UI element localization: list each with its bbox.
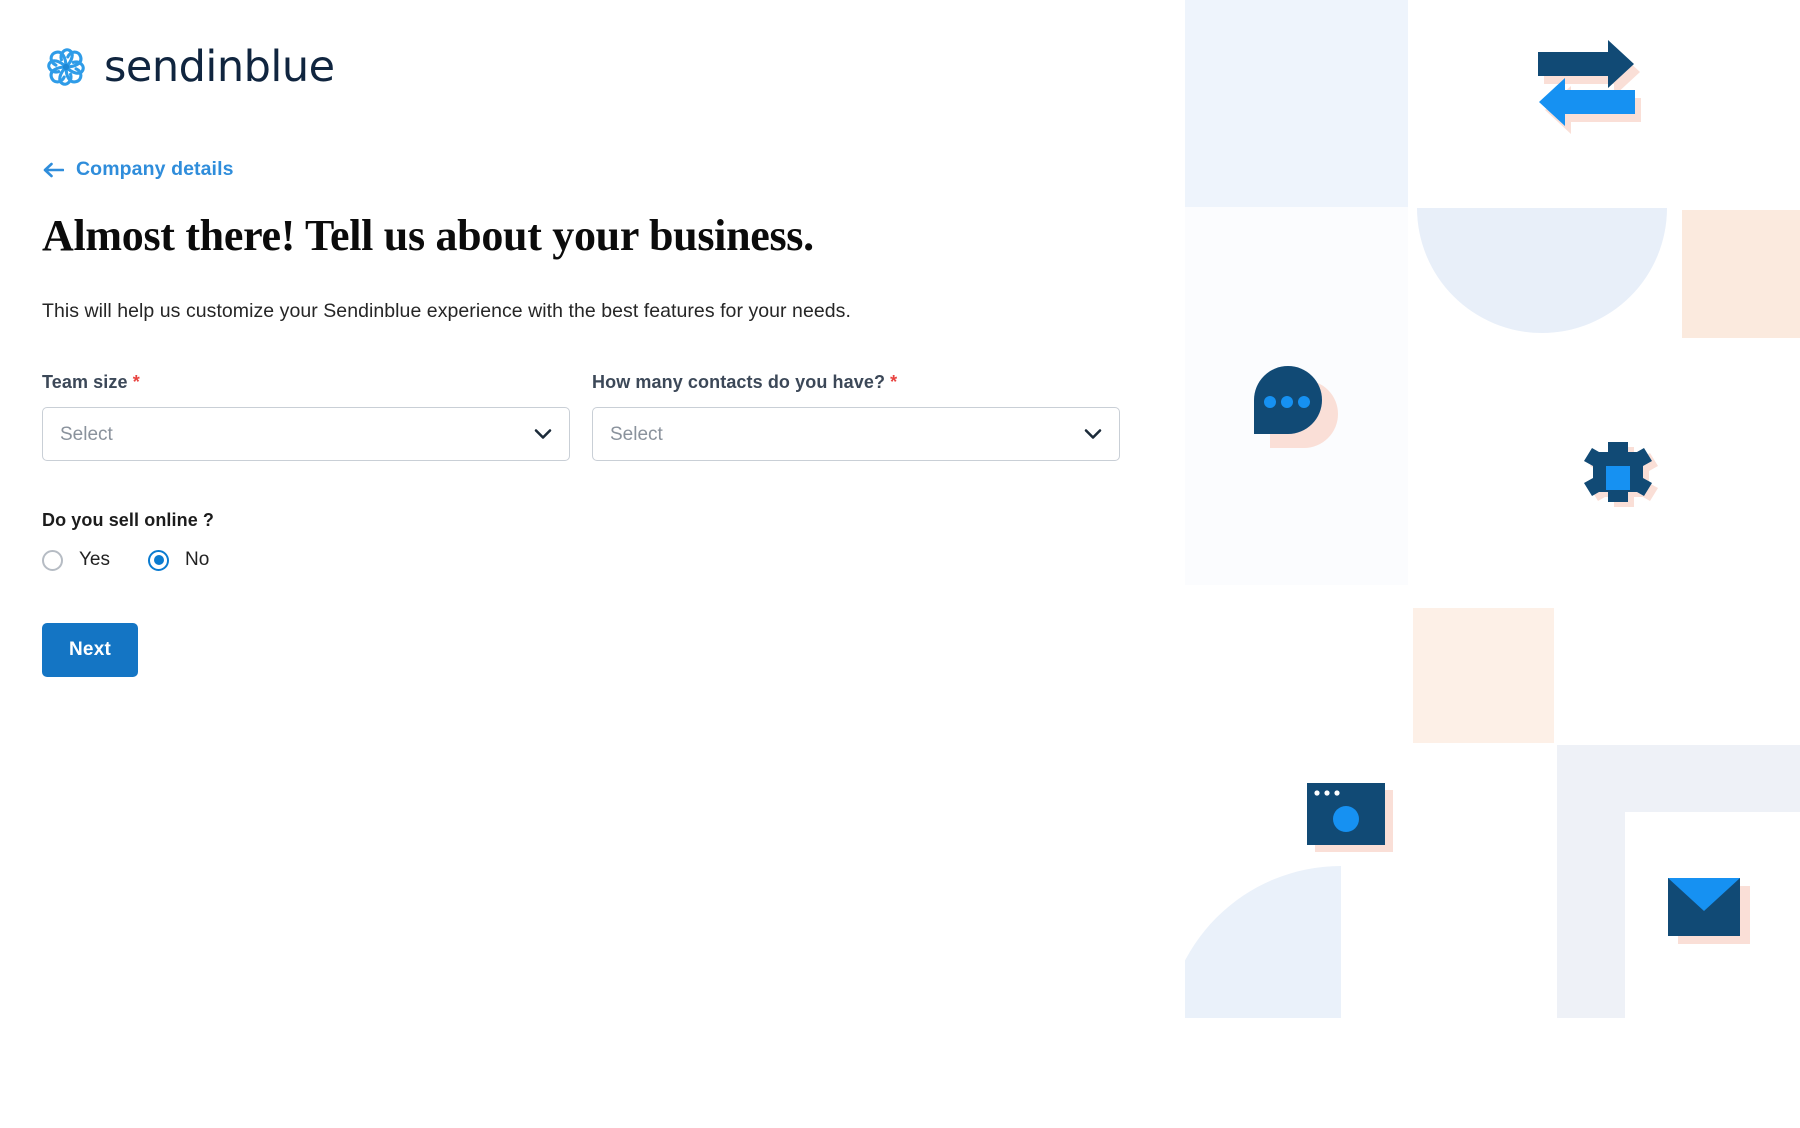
- contacts-count-required-marker: *: [890, 372, 898, 392]
- exchange-arrows-icon: [1530, 30, 1655, 135]
- radio-option-no[interactable]: No: [148, 549, 209, 571]
- radio-indicator-no: [148, 549, 169, 571]
- onboarding-page: sendinblue Company details Almost there!…: [0, 0, 1800, 1128]
- contacts-count-label: How many contacts do you have? *: [592, 372, 1120, 393]
- next-button[interactable]: Next: [42, 623, 138, 677]
- decor-tile-cream-textured: [1682, 210, 1800, 338]
- contacts-count-select-placeholder: Select: [610, 423, 663, 445]
- arrow-left-icon: [43, 162, 64, 177]
- decorative-collage-panel: [1185, 0, 1800, 1018]
- field-group-contacts-count: How many contacts do you have? * Select: [592, 372, 1120, 461]
- sendinblue-pinwheel-icon: [47, 48, 85, 86]
- radio-label-yes: Yes: [79, 549, 110, 570]
- contacts-count-select-wrapper: Select: [592, 407, 1120, 461]
- decor-quartercircle-shape: [1185, 866, 1341, 1018]
- team-size-select-wrapper: Select: [42, 407, 570, 461]
- sell-online-radio-group: Do you sell online ? Yes No: [42, 510, 247, 571]
- page-subtitle: This will help us customize your Sendinb…: [42, 300, 851, 322]
- back-to-company-details-link[interactable]: Company details: [42, 158, 234, 181]
- radio-indicator-yes: [42, 549, 63, 571]
- team-size-select[interactable]: Select: [42, 407, 570, 461]
- team-size-select-placeholder: Select: [60, 423, 113, 445]
- brand-wordmark: sendinblue: [104, 41, 335, 92]
- team-size-required-marker: *: [132, 372, 140, 392]
- radio-option-yes[interactable]: Yes: [42, 549, 110, 571]
- onboarding-form-column: sendinblue Company details Almost there!…: [0, 0, 1185, 1128]
- back-link-label: Company details: [76, 158, 234, 180]
- field-group-team-size: Team size * Select: [42, 372, 570, 461]
- team-size-label: Team size *: [42, 372, 570, 393]
- sell-online-options: Yes No: [42, 549, 247, 571]
- brand-logo[interactable]: sendinblue: [44, 45, 335, 89]
- decor-tile-cream-center: [1413, 608, 1554, 743]
- team-size-label-text: Team size: [42, 372, 128, 392]
- page-title: Almost there! Tell us about your busines…: [42, 211, 814, 260]
- radio-label-no: No: [185, 549, 210, 570]
- sell-online-question: Do you sell online ?: [42, 510, 215, 530]
- decor-semicircle-shape: [1417, 208, 1667, 333]
- envelope-icon: [1668, 878, 1753, 946]
- decor-tile-blue-top-left: [1185, 0, 1408, 207]
- gear-icon: [1580, 440, 1662, 522]
- browser-window-icon: [1307, 783, 1397, 855]
- contacts-count-select[interactable]: Select: [592, 407, 1120, 461]
- contacts-count-label-text: How many contacts do you have?: [592, 372, 886, 392]
- speech-bubble-icon: [1248, 360, 1338, 450]
- form-fields-row: Team size * Select How many contacts do …: [42, 372, 1120, 461]
